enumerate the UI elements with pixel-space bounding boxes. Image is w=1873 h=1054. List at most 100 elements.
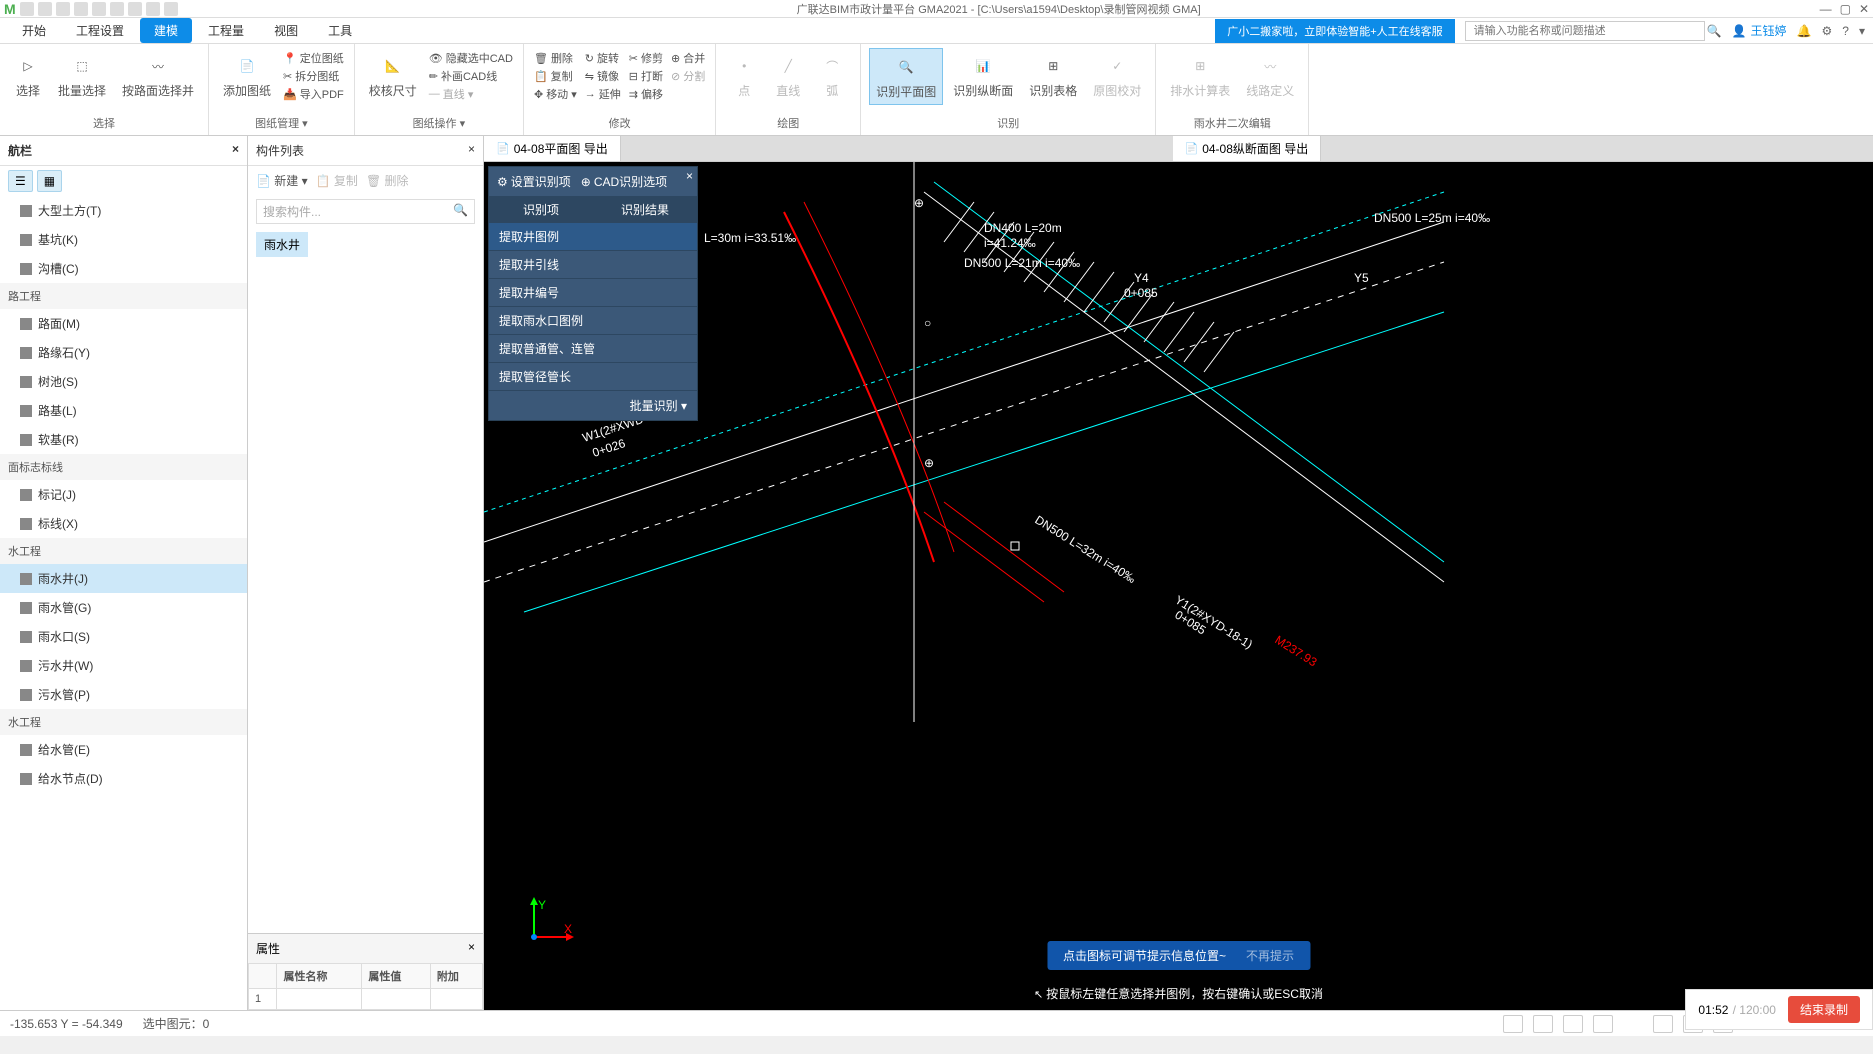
tab-project-settings[interactable]: 工程设置	[62, 18, 138, 43]
tab-quantity[interactable]: 工程量	[194, 18, 258, 43]
status-icon[interactable]	[1653, 1015, 1673, 1033]
close-icon[interactable]: ×	[232, 142, 239, 159]
tree-item[interactable]: 标线(X)	[0, 509, 247, 538]
search-input[interactable]	[1465, 21, 1705, 41]
extract-well-lead[interactable]: 提取井引线	[489, 251, 697, 279]
maximize-icon[interactable]: ▢	[1840, 2, 1851, 16]
close-icon[interactable]: ×	[468, 142, 475, 159]
rotate-cmd[interactable]: ↻旋转	[585, 50, 621, 66]
svg-text:Y4: Y4	[1134, 271, 1149, 285]
split-drawing[interactable]: ✂拆分图纸	[283, 68, 344, 84]
close-icon[interactable]: ✕	[1859, 2, 1869, 16]
quick-icon[interactable]	[74, 2, 88, 16]
promo-banner[interactable]: 广小二搬家啦，立即体验智能+人工在线客服	[1215, 19, 1454, 43]
chevron-down-icon[interactable]: ▾	[1859, 24, 1865, 38]
status-icon[interactable]	[1533, 1015, 1553, 1033]
road-select-button[interactable]: 〰按路面选择并	[116, 48, 200, 103]
position-hint[interactable]: 点击图标可调节提示信息位置~ 不再提示	[1047, 941, 1310, 970]
mirror-cmd[interactable]: ⇋镜像	[585, 68, 621, 84]
grid-view-icon[interactable]: ▦	[37, 170, 62, 192]
tab-view[interactable]: 视图	[260, 18, 312, 43]
extract-inlet-legend[interactable]: 提取雨水口图例	[489, 307, 697, 335]
tree-item[interactable]: 污水管(P)	[0, 680, 247, 709]
table-row[interactable]: 1	[249, 989, 483, 1010]
status-icon[interactable]	[1503, 1015, 1523, 1033]
cad-viewport[interactable]: W1(2#XWD-16) 0+026 DN400 L=20m i=41.24‰ …	[484, 162, 1873, 1010]
offset-cmd[interactable]: ⇉偏移	[629, 86, 663, 102]
batch-select-button[interactable]: ⬚批量选择	[52, 48, 112, 103]
locate-drawing[interactable]: 📍定位图纸	[283, 50, 344, 66]
tree-item[interactable]: 给水节点(D)	[0, 764, 247, 793]
quick-icon[interactable]	[164, 2, 178, 16]
recognize-plan-button[interactable]: 🔍识别平面图	[869, 48, 943, 105]
import-pdf[interactable]: 📥导入PDF	[283, 86, 344, 102]
dismiss-hint[interactable]: 不再提示	[1246, 947, 1294, 964]
quick-icon[interactable]	[38, 2, 52, 16]
quick-icon[interactable]	[110, 2, 124, 16]
quick-icon[interactable]	[20, 2, 34, 16]
quick-icon[interactable]	[56, 2, 70, 16]
tree-item[interactable]: 路缘石(Y)	[0, 338, 247, 367]
select-button[interactable]: ▷选择	[8, 48, 48, 103]
tree-item[interactable]: 沟槽(C)	[0, 254, 247, 283]
list-view-icon[interactable]: ☰	[8, 170, 33, 192]
close-icon[interactable]: ×	[468, 940, 475, 954]
tree-item[interactable]: 雨水口(S)	[0, 622, 247, 651]
tree-item[interactable]: 标记(J)	[0, 480, 247, 509]
hide-cad[interactable]: 👁隐藏选中CAD	[429, 50, 513, 66]
tree-item[interactable]: 大型土方(T)	[0, 196, 247, 225]
merge-cmd[interactable]: ⊕合并	[671, 50, 705, 66]
minimize-icon[interactable]: —	[1820, 2, 1832, 16]
tree-item-rainwell[interactable]: 雨水井(J)	[0, 564, 247, 593]
tree-item[interactable]: 路面(M)	[0, 309, 247, 338]
break-cmd[interactable]: ⊟打断	[629, 68, 663, 84]
batch-recognize-button[interactable]: 批量识别 ▾	[630, 399, 687, 413]
search-icon[interactable]: 🔍	[1707, 24, 1722, 38]
tree-item[interactable]: 路基(L)	[0, 396, 247, 425]
drawing-tab-section[interactable]: 📄 04-08纵断面图 导出	[1173, 136, 1322, 161]
gear-icon[interactable]: ⚙	[1822, 24, 1833, 38]
split-cmd[interactable]: ⊘分割	[671, 68, 705, 84]
extend-cmd[interactable]: →延伸	[585, 86, 621, 102]
bell-icon[interactable]: 🔔	[1797, 24, 1812, 38]
user-label[interactable]: 👤 王钰婷	[1732, 22, 1787, 39]
recognize-table-button[interactable]: ⊞识别表格	[1023, 48, 1083, 103]
move-cmd[interactable]: ✥移动 ▾	[534, 86, 577, 102]
component-search[interactable]: 搜索构件... 🔍	[256, 199, 475, 224]
status-icon[interactable]	[1563, 1015, 1583, 1033]
status-icon[interactable]	[1593, 1015, 1613, 1033]
extract-well-legend[interactable]: 提取井图例	[489, 223, 697, 251]
tree-item[interactable]: 树池(S)	[0, 367, 247, 396]
extract-pipe[interactable]: 提取普通管、连管	[489, 335, 697, 363]
draw-cad-line[interactable]: ✏补画CAD线	[429, 68, 513, 84]
component-panel: 构件列表× 📄 新建 ▾ 📋 复制 🗑 删除 搜索构件... 🔍 雨水井 属性×…	[248, 136, 484, 1010]
quick-icon[interactable]	[92, 2, 106, 16]
check-size-button[interactable]: 📐校核尺寸	[363, 48, 423, 103]
quick-icon[interactable]	[128, 2, 142, 16]
tree-item[interactable]: 基坑(K)	[0, 225, 247, 254]
stop-recording-button[interactable]: 结束录制	[1788, 996, 1860, 1023]
quick-icon[interactable]	[146, 2, 160, 16]
tab-tools[interactable]: 工具	[314, 18, 366, 43]
tree-item[interactable]: 给水管(E)	[0, 735, 247, 764]
copy-cmd[interactable]: 📋复制	[534, 68, 577, 84]
close-icon[interactable]: ×	[686, 169, 693, 183]
drawing-tab-plan[interactable]: 📄 04-08平面图 导出	[484, 136, 621, 161]
help-icon[interactable]: ?	[1842, 24, 1849, 38]
tree-item[interactable]: 雨水管(G)	[0, 593, 247, 622]
tab-modeling[interactable]: 建模	[140, 18, 192, 43]
settings-tab[interactable]: ⚙设置识别项	[497, 173, 571, 190]
extract-pipe-size[interactable]: 提取管径管长	[489, 363, 697, 391]
tree-item[interactable]: 软基(R)	[0, 425, 247, 454]
recognize-section-button[interactable]: 📊识别纵断面	[947, 48, 1019, 103]
tab-start[interactable]: 开始	[8, 18, 60, 43]
line-tool[interactable]: —直线 ▾	[429, 86, 513, 102]
delete-cmd[interactable]: 🗑删除	[534, 50, 577, 66]
extract-well-id[interactable]: 提取井编号	[489, 279, 697, 307]
cad-options-tab[interactable]: ⊕CAD识别选项	[581, 173, 667, 190]
tree-item[interactable]: 污水井(W)	[0, 651, 247, 680]
add-drawing-button[interactable]: 📄添加图纸	[217, 48, 277, 103]
new-button[interactable]: 📄 新建 ▾	[256, 172, 308, 189]
component-item[interactable]: 雨水井	[256, 232, 308, 257]
trim-cmd[interactable]: ✂修剪	[629, 50, 663, 66]
